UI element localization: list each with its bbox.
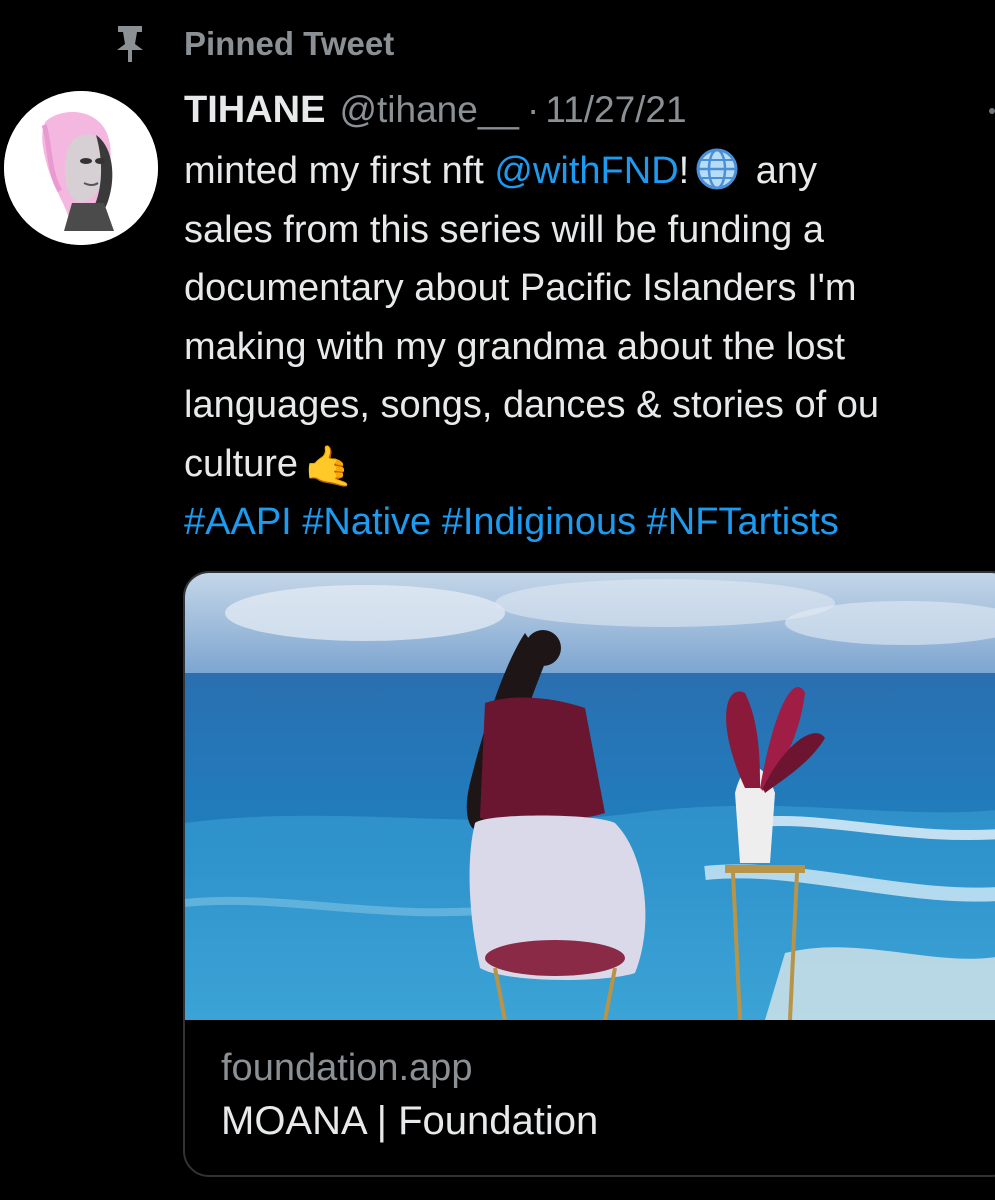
hashtag-link[interactable]: #AAPI — [184, 501, 292, 543]
pinned-label: Pinned Tweet — [184, 25, 395, 62]
globe-icon — [695, 147, 739, 191]
tweet-line: documentary about Pacific Islanders I'm — [184, 267, 857, 309]
avatar[interactable] — [4, 91, 158, 245]
card-meta: foundation.app MOANA | Foundation — [221, 1043, 598, 1149]
tweet-text-segment: any — [745, 150, 818, 192]
tweet-line: minted my first nft @withFND! any — [184, 142, 995, 201]
tweet-text: minted my first nft @withFND! any sales … — [184, 142, 995, 552]
pinned-tweet-indicator: Pinned Tweet — [108, 22, 394, 66]
tweet-line: culture 🤙 — [184, 435, 995, 494]
tweet-text-segment: ! — [678, 150, 690, 192]
tweet-text-segment: culture — [184, 442, 299, 485]
tweet-line: sales from this series will be funding a — [184, 208, 824, 251]
call-me-hand-emoji: 🤙 — [304, 444, 354, 489]
tweet-text-segment: minted my first nft — [184, 150, 495, 192]
header-separator: · — [526, 89, 540, 130]
link-preview-card[interactable]: foundation.app MOANA | Foundation — [183, 571, 995, 1177]
hashtag-link[interactable]: #Indiginous — [442, 501, 636, 543]
more-icon[interactable] — [989, 108, 995, 114]
tweet-header: TIHANE @tihane__ · 11/27/21 — [184, 84, 687, 136]
tweet-line: making with my grandma about the lost — [184, 325, 846, 368]
author-name[interactable]: TIHANE — [184, 89, 325, 132]
pin-icon — [108, 22, 152, 66]
card-image[interactable] — [185, 573, 995, 1021]
mention-link[interactable]: @withFND — [494, 150, 678, 192]
card-domain: foundation.app — [221, 1047, 473, 1089]
hashtag-link[interactable]: #Native — [302, 501, 431, 543]
card-title: MOANA | Foundation — [221, 1099, 599, 1143]
hashtag-line: #AAPI #Native #Indiginous #NFTartists — [184, 493, 995, 552]
hashtag-link[interactable]: #NFTartists — [647, 501, 839, 543]
tweet-line: languages, songs, dances & stories of ou — [184, 384, 880, 426]
author-handle[interactable]: @tihane__ — [339, 89, 519, 131]
tweet-date[interactable]: 11/27/21 — [545, 89, 686, 131]
